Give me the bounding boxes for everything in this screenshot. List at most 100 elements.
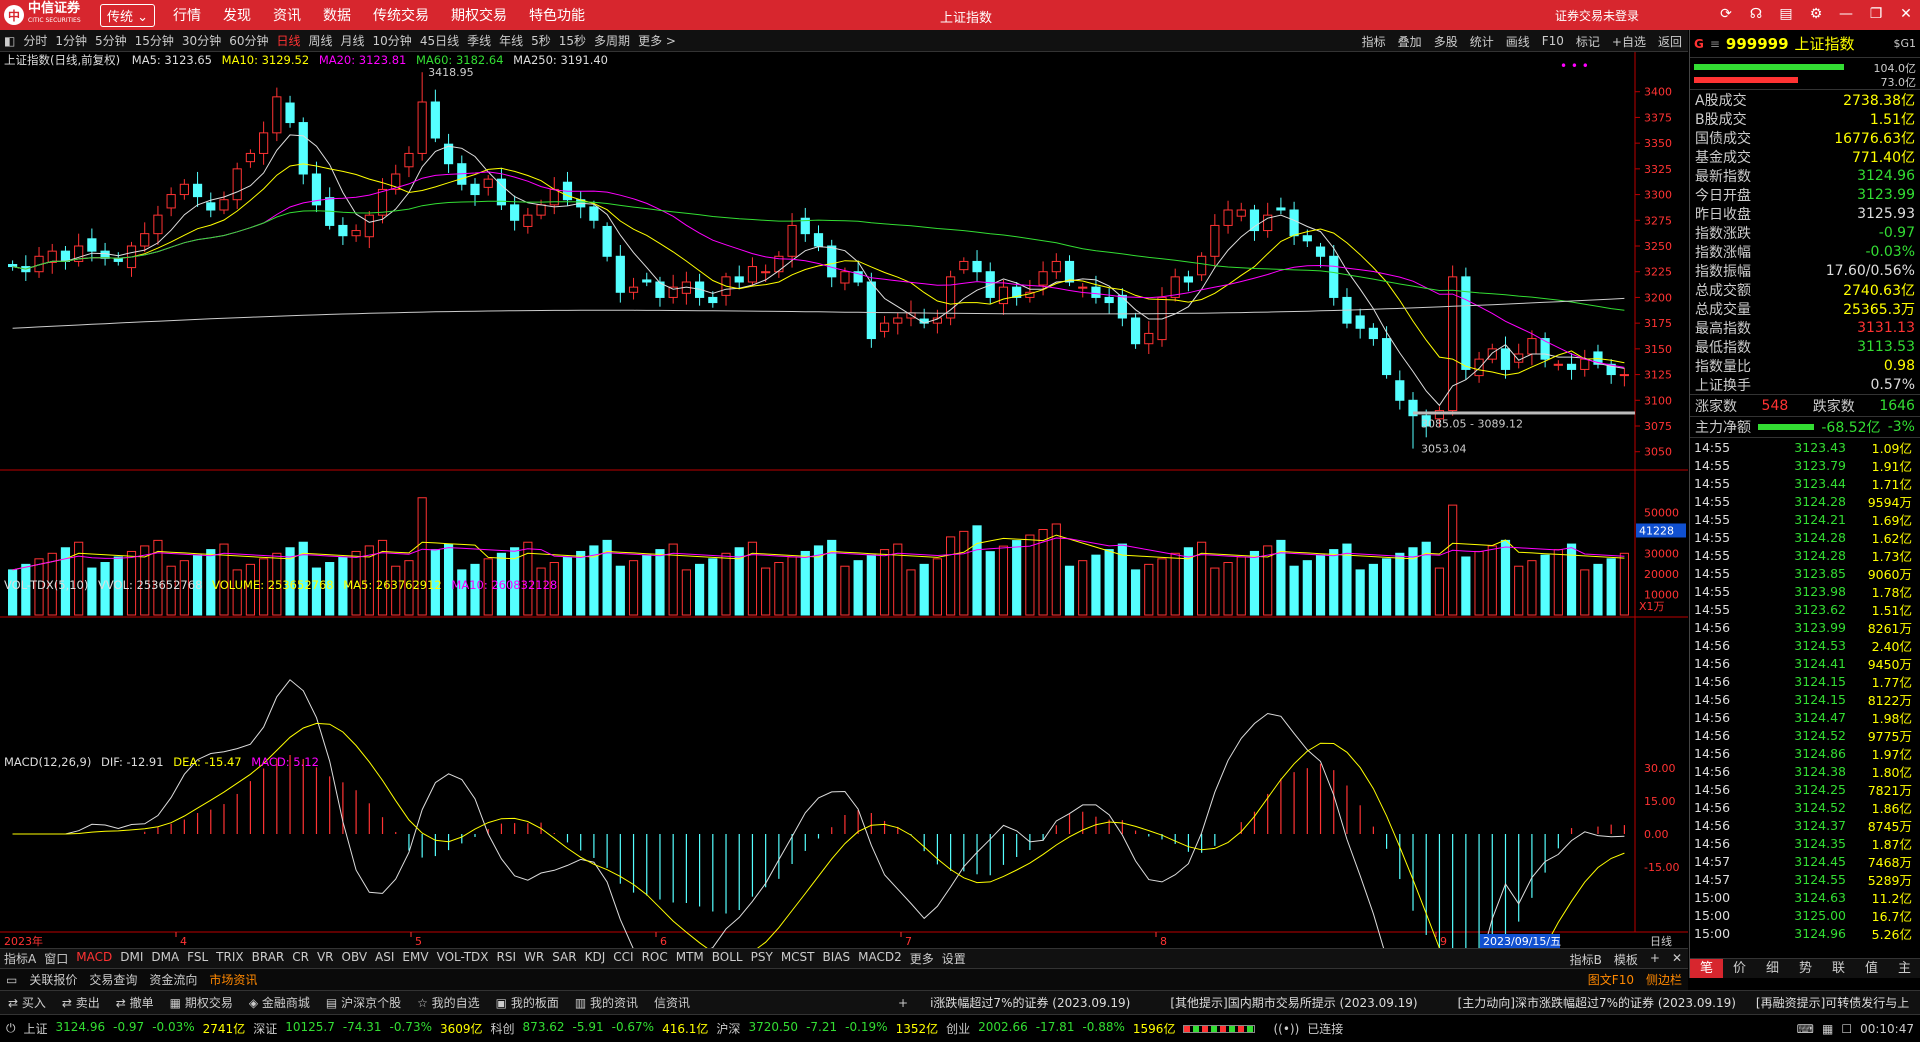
- indicator-21[interactable]: BOLL: [712, 950, 743, 967]
- tool-8[interactable]: 返回: [1658, 33, 1682, 50]
- indicator-22[interactable]: PSY: [751, 950, 773, 967]
- panel-toggle-icon[interactable]: ◧: [4, 34, 15, 48]
- period-2[interactable]: 5分钟: [95, 32, 127, 49]
- collapse-icon[interactable]: ▭: [6, 973, 17, 987]
- indicator-9[interactable]: VR: [317, 950, 334, 967]
- period-16[interactable]: 更多 >: [638, 32, 676, 49]
- indicator-4[interactable]: DMA: [151, 950, 179, 967]
- info-tab-quote[interactable]: 关联报价: [29, 971, 77, 988]
- indicator-20[interactable]: MTM: [676, 950, 704, 967]
- sidebar-link[interactable]: 侧边栏: [1646, 971, 1682, 988]
- indicator-7[interactable]: BRAR: [252, 950, 285, 967]
- menu-icon[interactable]: ≡: [1710, 37, 1720, 51]
- refresh-icon[interactable]: ⟳: [1716, 4, 1736, 24]
- period-3[interactable]: 15分钟: [135, 32, 174, 49]
- close-icon[interactable]: ✕: [1896, 4, 1916, 24]
- indicator-23[interactable]: MCST: [781, 950, 815, 967]
- quote-tab-4[interactable]: 联: [1822, 959, 1855, 978]
- candle[interactable]: [946, 270, 956, 326]
- index-name[interactable]: 沪深: [716, 1020, 740, 1037]
- indicator-10[interactable]: OBV: [342, 950, 368, 967]
- period-1[interactable]: 1分钟: [55, 32, 87, 49]
- menu-data[interactable]: 数据: [323, 5, 351, 25]
- headset-icon[interactable]: ☊: [1746, 4, 1766, 24]
- login-status[interactable]: 证券交易未登录: [1555, 7, 1639, 24]
- period-9[interactable]: 10分钟: [373, 32, 412, 49]
- action-news[interactable]: ▥ 我的资讯: [575, 994, 638, 1011]
- indicator-16[interactable]: SAR: [552, 950, 576, 967]
- f10-link[interactable]: 图文F10: [1588, 971, 1634, 988]
- tool-7[interactable]: +自选: [1612, 33, 1646, 50]
- indicator-5[interactable]: FSL: [187, 950, 208, 967]
- action-mall[interactable]: ◈ 金融商城: [249, 994, 310, 1011]
- tool-2[interactable]: 多股: [1434, 33, 1458, 50]
- period-11[interactable]: 季线: [467, 32, 491, 49]
- grid-icon[interactable]: ▦: [1822, 1022, 1833, 1036]
- daily-label[interactable]: 日线: [1650, 934, 1672, 948]
- menu-news[interactable]: 资讯: [273, 5, 301, 25]
- indicator-14[interactable]: RSI: [497, 950, 517, 967]
- indicator-0[interactable]: 指标A: [4, 950, 36, 967]
- indicator-13[interactable]: VOL-TDX: [437, 950, 489, 967]
- period-15[interactable]: 多周期: [594, 32, 630, 49]
- action-xin[interactable]: 信资讯: [654, 994, 690, 1011]
- period-4[interactable]: 30分钟: [182, 32, 221, 49]
- tick-list[interactable]: 14:55 3123.43 1.09亿 14:55 3123.79 1.91亿 14:55 3…: [1690, 438, 1920, 942]
- indicator-12[interactable]: EMV: [402, 950, 428, 967]
- indicator-tool-2[interactable]: +: [1650, 951, 1660, 968]
- candle[interactable]: [1448, 265, 1458, 416]
- menu-features[interactable]: 特色功能: [529, 5, 585, 25]
- indicator-1[interactable]: 窗口: [44, 950, 68, 967]
- period-13[interactable]: 5秒: [531, 32, 551, 49]
- menu-trade[interactable]: 传统交易: [373, 5, 429, 25]
- tool-6[interactable]: 标记: [1576, 33, 1600, 50]
- maximize-icon[interactable]: ❐: [1866, 4, 1886, 24]
- indicator-19[interactable]: ROC: [642, 950, 668, 967]
- quote-tab-2[interactable]: 细: [1756, 959, 1789, 978]
- indicator-18[interactable]: CCI: [613, 950, 633, 967]
- action-cancel[interactable]: ⇄ 撤单: [116, 994, 154, 1011]
- g-icon[interactable]: G: [1694, 37, 1704, 51]
- period-12[interactable]: 年线: [499, 32, 523, 49]
- period-8[interactable]: 月线: [341, 32, 365, 49]
- indicator-8[interactable]: CR: [292, 950, 309, 967]
- tool-3[interactable]: 统计: [1470, 33, 1494, 50]
- indicator-3[interactable]: DMI: [120, 950, 143, 967]
- indicator-24[interactable]: BIAS: [823, 950, 851, 967]
- action-watchlist[interactable]: ☆ 我的自选: [417, 994, 480, 1011]
- info-tab-trade[interactable]: 交易查询: [89, 971, 137, 988]
- indicator-tool-0[interactable]: 指标B: [1570, 951, 1602, 968]
- indicator-tool-3[interactable]: ✕: [1672, 951, 1682, 968]
- action-stocks[interactable]: ▤ 沪深京个股: [326, 994, 401, 1011]
- mode-dropdown[interactable]: 传统 ⌄: [100, 3, 156, 27]
- news-item-2[interactable]: [其他提示]国内期市交易所提示 (2023.09.19): [1170, 994, 1417, 1011]
- candle[interactable]: [1461, 267, 1471, 380]
- period-7[interactable]: 周线: [309, 32, 333, 49]
- news-item-4[interactable]: [再融资提示]可转债发行与上: [1756, 994, 1909, 1011]
- keyboard-icon[interactable]: ⌨: [1797, 1022, 1814, 1036]
- candle[interactable]: [1130, 312, 1141, 349]
- notes-icon[interactable]: ▤: [1776, 4, 1796, 24]
- action-buy[interactable]: ⇄ 买入: [8, 994, 46, 1011]
- chat-icon[interactable]: ☐: [1841, 1022, 1852, 1036]
- indicator-6[interactable]: TRIX: [216, 950, 243, 967]
- index-name[interactable]: 深证: [253, 1020, 277, 1037]
- kline-chart[interactable]: 3400 3375 3350 3325 3300 3275 3250 3225 3200 3175…: [0, 52, 1688, 948]
- quote-tab-0[interactable]: 笔: [1690, 959, 1723, 978]
- period-6[interactable]: 日线: [276, 32, 300, 49]
- period-0[interactable]: 分时: [23, 32, 47, 49]
- menu-discover[interactable]: 发现: [223, 5, 251, 25]
- info-tab-news[interactable]: 市场资讯: [209, 971, 257, 988]
- tool-4[interactable]: 画线: [1506, 33, 1530, 50]
- news-item-1[interactable]: i涨跌幅超过7%的证券 (2023.09.19): [930, 994, 1130, 1011]
- index-name[interactable]: 创业: [946, 1020, 970, 1037]
- menu-market[interactable]: 行情: [173, 5, 201, 25]
- period-10[interactable]: 45日线: [420, 32, 459, 49]
- indicator-27[interactable]: 设置: [942, 950, 966, 967]
- minimize-icon[interactable]: —: [1836, 4, 1856, 24]
- news-item-3[interactable]: [主力动向]深市涨跌幅超过7%的证券 (2023.09.19): [1458, 994, 1736, 1011]
- quote-tab-5[interactable]: 值: [1855, 959, 1888, 978]
- indicator-11[interactable]: ASI: [375, 950, 394, 967]
- period-5[interactable]: 60分钟: [229, 32, 268, 49]
- candle[interactable]: [866, 272, 876, 348]
